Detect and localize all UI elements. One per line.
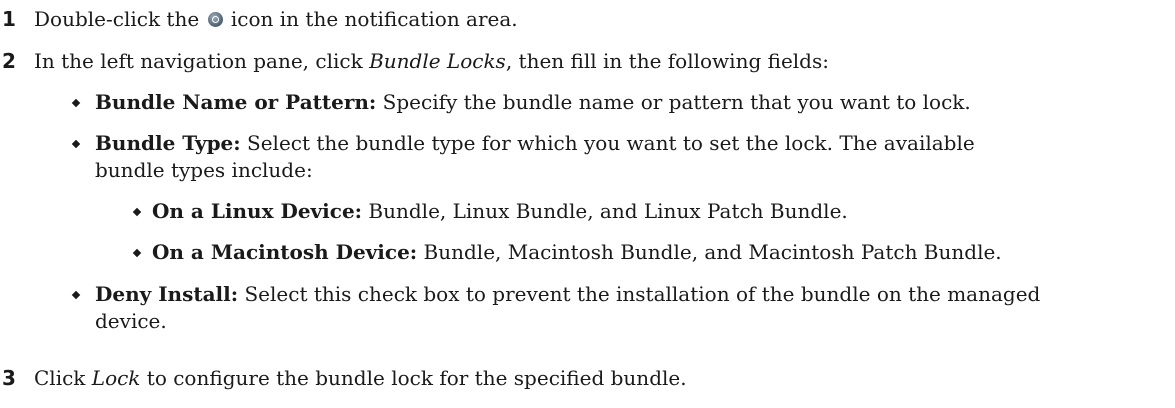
step-number: 1 bbox=[2, 7, 16, 31]
step-text: In the left navigation pane, click Bundl… bbox=[34, 48, 829, 75]
field-description: Select this check box to prevent the ins… bbox=[238, 282, 1041, 306]
field-description: Specify the bundle name or pattern that … bbox=[376, 90, 971, 114]
step-text: Double-click the icon in the notificatio… bbox=[34, 6, 518, 33]
bullet-icon bbox=[132, 248, 142, 258]
bullet-icon bbox=[132, 207, 142, 217]
step-number: 3 bbox=[2, 366, 16, 390]
step-text-part: icon in the notification area. bbox=[224, 7, 518, 31]
lock-link-text: Lock bbox=[91, 366, 141, 390]
bullet-icon bbox=[71, 139, 81, 149]
step-number: 2 bbox=[2, 49, 16, 73]
field-text: Bundle Type: Select the bundle type for … bbox=[95, 130, 975, 157]
field-label: Bundle Type: bbox=[95, 131, 241, 155]
field-text: Bundle Name or Pattern: Specify the bund… bbox=[95, 89, 971, 116]
field-label: Bundle Name or Pattern: bbox=[95, 90, 377, 114]
bullet-icon bbox=[71, 98, 81, 108]
step-text-part: Double-click the bbox=[34, 7, 206, 31]
field-description: Bundle, Linux Bundle, and Linux Patch Bu… bbox=[362, 199, 848, 223]
step-text-part: , then fill in the following fields: bbox=[505, 49, 829, 73]
field-text: On a Linux Device: Bundle, Linux Bundle,… bbox=[152, 198, 848, 225]
field-text: Deny Install: Select this check box to p… bbox=[95, 281, 1040, 308]
field-label: On a Macintosh Device: bbox=[152, 240, 418, 264]
field-description: Select the bundle type for which you wan… bbox=[240, 131, 975, 155]
field-label: On a Linux Device: bbox=[152, 199, 363, 223]
step-text: Click Lock to configure the bundle lock … bbox=[34, 365, 687, 392]
field-description-cont: bundle types include: bbox=[95, 158, 313, 182]
step-text-part: In the left navigation pane, click bbox=[34, 49, 370, 73]
bullet-icon bbox=[71, 290, 81, 300]
field-description-cont: device. bbox=[95, 309, 167, 333]
zenworks-icon bbox=[207, 12, 223, 27]
field-description: Bundle, Macintosh Bundle, and Macintosh … bbox=[417, 240, 1002, 264]
field-text: On a Macintosh Device: Bundle, Macintosh… bbox=[152, 239, 1002, 266]
step-text-part: Click bbox=[34, 366, 92, 390]
bundle-locks-link-text: Bundle Locks bbox=[369, 49, 506, 73]
step-text-part: to configure the bundle lock for the spe… bbox=[140, 366, 687, 390]
field-label: Deny Install: bbox=[95, 282, 239, 306]
